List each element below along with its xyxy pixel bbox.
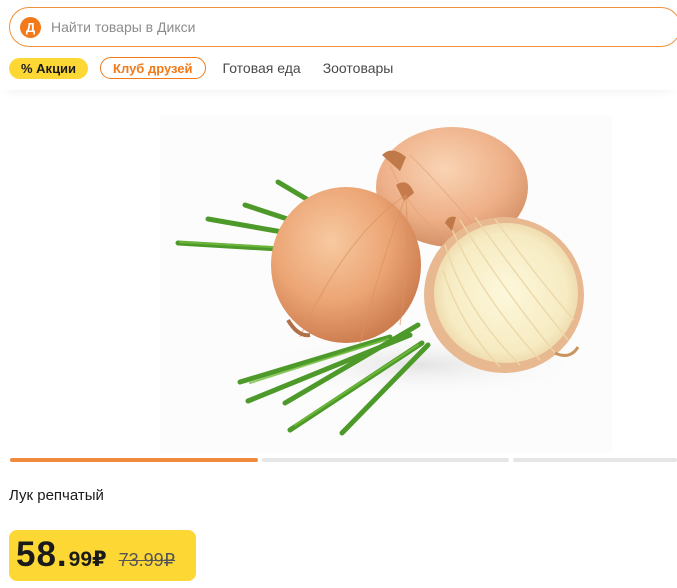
nav-link-pet-goods[interactable]: Зоотовары (323, 60, 394, 76)
friends-club-chip[interactable]: Клуб друзей (100, 57, 206, 79)
price-integer: 58. (16, 535, 68, 574)
carousel-dot-2[interactable] (262, 458, 509, 462)
image-carousel-indicator (10, 458, 677, 463)
carousel-dot-1[interactable] (10, 458, 258, 462)
old-price: 73.99₽ (118, 550, 176, 570)
search-bar[interactable]: Д (9, 7, 677, 47)
product-image[interactable] (160, 115, 612, 453)
price-fraction: 99 (68, 548, 93, 571)
product-title: Лук репчатый (9, 487, 104, 504)
search-input[interactable] (51, 19, 651, 35)
onion-photo (160, 115, 612, 453)
dixy-logo-icon: Д (20, 16, 41, 38)
category-chips: % Акции Клуб друзей Готовая еда Зоотовар… (9, 57, 393, 79)
nav-link-ready-food[interactable]: Готовая еда (223, 60, 301, 76)
price-currency: ₽ (92, 548, 107, 571)
price-badge: 58. 99 ₽ 73.99₽ (9, 530, 196, 581)
header: Д % Акции Клуб друзей Готовая еда Зоотов… (0, 0, 677, 90)
promo-chip[interactable]: % Акции (9, 57, 89, 79)
carousel-dot-3[interactable] (513, 458, 677, 462)
